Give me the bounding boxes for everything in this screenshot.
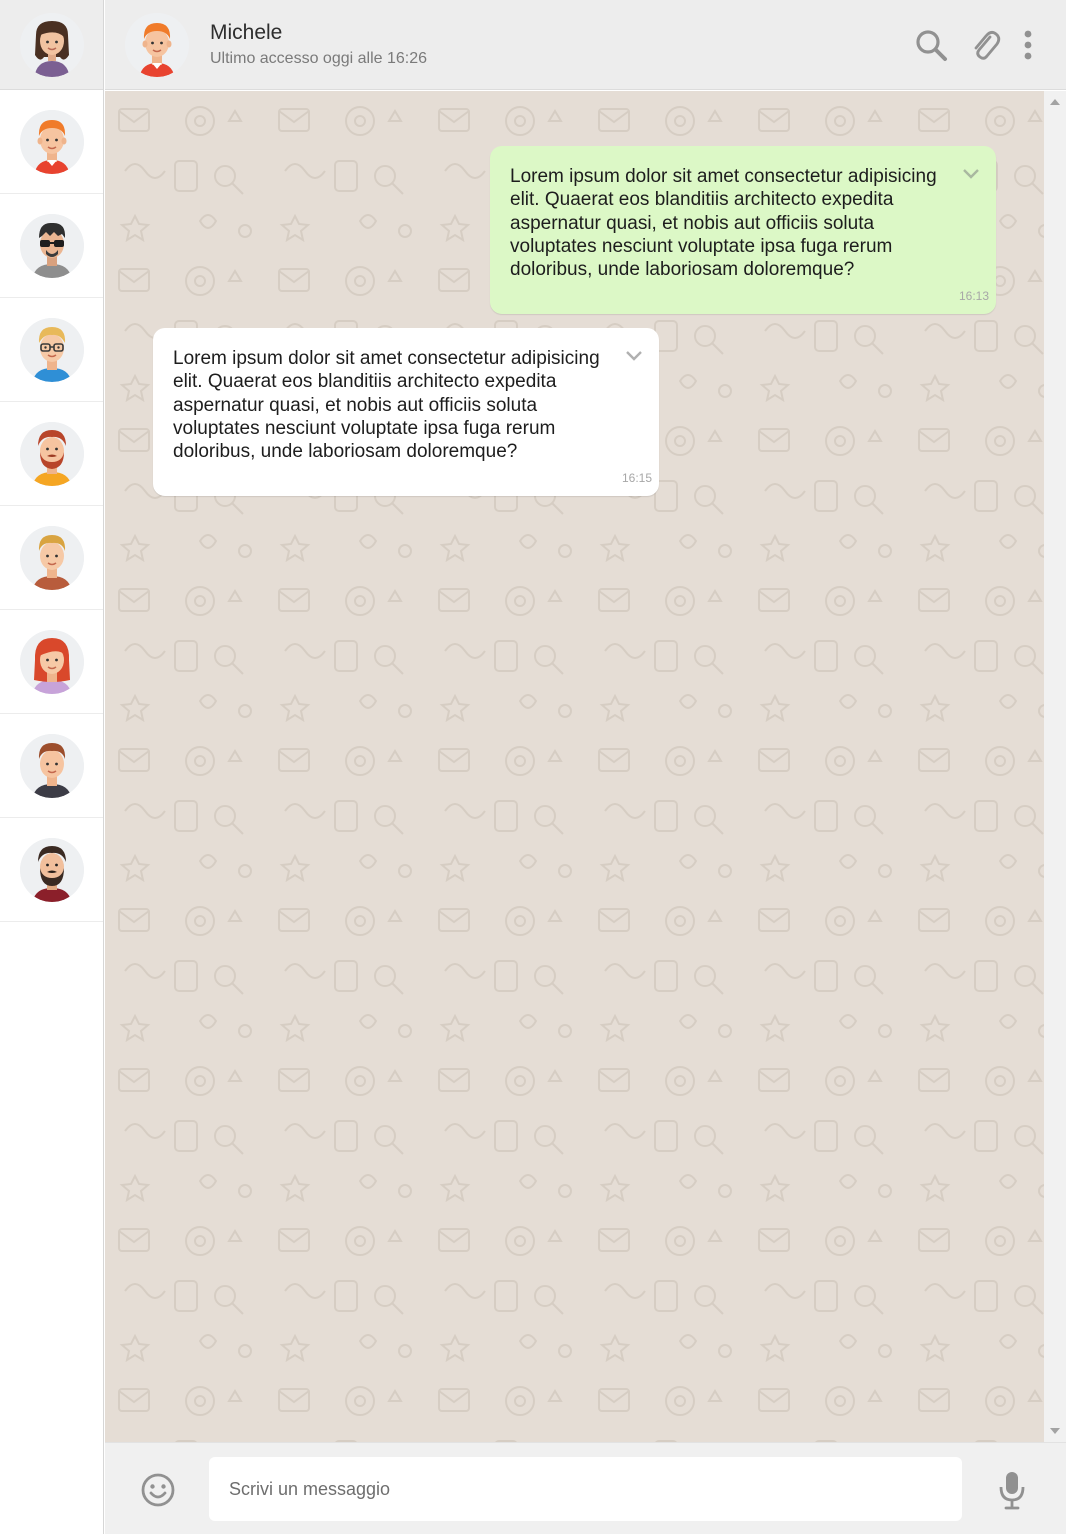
last-seen-status: Ultimo accesso oggi alle 16:26 xyxy=(210,50,428,67)
chevron-down-icon[interactable] xyxy=(962,168,980,180)
message-input[interactable] xyxy=(209,1457,962,1521)
man-glasses-avatar xyxy=(19,317,84,382)
contact-item[interactable] xyxy=(0,610,103,714)
more-vertical-icon[interactable] xyxy=(1011,28,1045,62)
contact-item[interactable] xyxy=(0,506,103,610)
bearded-man-avatar xyxy=(19,837,84,902)
contacts-sidebar xyxy=(0,0,104,1534)
ginger-man-avatar xyxy=(19,109,84,174)
brown-hair-man-avatar xyxy=(19,733,84,798)
conversation-panel: Lorem ipsum dolor sit amet consectetur a… xyxy=(105,91,1044,1442)
contact-item[interactable] xyxy=(0,194,103,298)
message-composer xyxy=(105,1442,1066,1534)
received-message-bubble[interactable]: Lorem ipsum dolor sit amet consectetur a… xyxy=(153,328,659,496)
contact-name: Michele xyxy=(210,21,283,44)
user-avatar[interactable] xyxy=(19,12,84,77)
search-icon[interactable] xyxy=(914,28,948,62)
smiley-icon[interactable] xyxy=(139,1471,177,1509)
contact-item[interactable] xyxy=(0,818,103,922)
scroll-up-arrow-icon[interactable] xyxy=(1050,99,1060,105)
contact-item[interactable] xyxy=(0,402,103,506)
message-time: 16:15 xyxy=(621,470,652,485)
man-sunglasses-avatar xyxy=(19,213,84,278)
contact-item[interactable] xyxy=(0,90,103,194)
redhead-woman-avatar xyxy=(19,629,84,694)
blond-man-avatar xyxy=(19,525,84,590)
contact-item[interactable] xyxy=(0,298,103,402)
scroll-down-arrow-icon[interactable] xyxy=(1050,1428,1060,1434)
paperclip-icon[interactable] xyxy=(968,28,1002,62)
chevron-down-icon[interactable] xyxy=(625,350,643,362)
sent-message-bubble[interactable]: Lorem ipsum dolor sit amet consectetur a… xyxy=(490,146,996,314)
microphone-icon[interactable] xyxy=(997,1469,1027,1511)
message-time: 16:13 xyxy=(958,288,989,303)
message-text: Lorem ipsum dolor sit amet consectetur a… xyxy=(173,348,600,463)
contact-item[interactable] xyxy=(0,714,103,818)
chat-header: Michele Ultimo accesso oggi alle 16:26 xyxy=(105,0,1066,90)
message-text: Lorem ipsum dolor sit amet consectetur a… xyxy=(510,166,937,281)
red-beard-man-avatar xyxy=(19,421,84,486)
ginger-man-avatar[interactable] xyxy=(125,13,189,77)
chat-scrollbar[interactable] xyxy=(1044,91,1066,1442)
sidebar-header xyxy=(0,0,103,90)
